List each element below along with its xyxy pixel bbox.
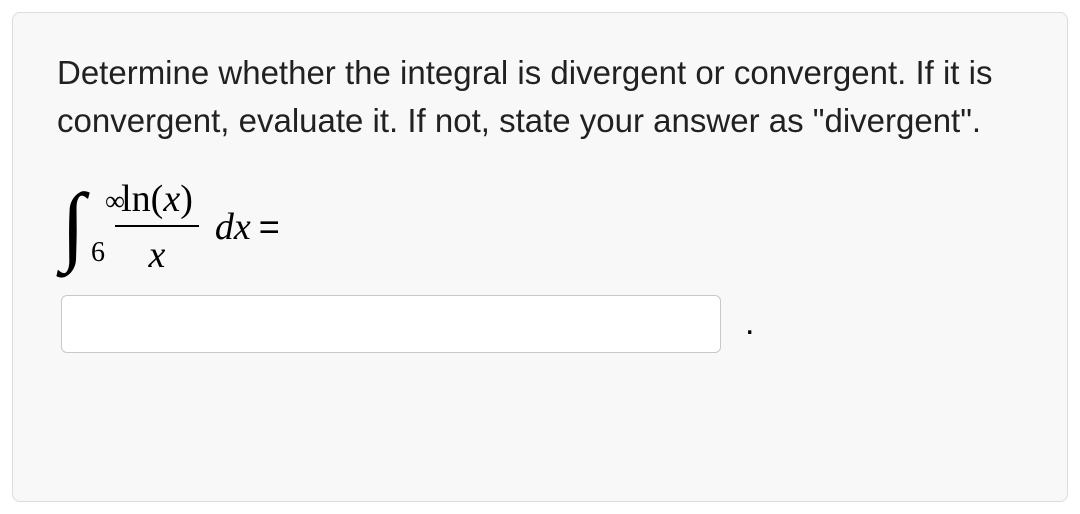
- answer-row: .: [57, 295, 1023, 353]
- equals-sign: =: [259, 206, 280, 248]
- denominator: x: [143, 227, 172, 277]
- integral-expression: ∫ ∞ 6 ln(x) x dx =: [57, 177, 1023, 277]
- lower-limit: 6: [91, 237, 105, 269]
- integral-symbol-wrap: ∫ ∞ 6: [61, 189, 85, 264]
- upper-limit: ∞: [105, 186, 125, 218]
- answer-input[interactable]: [61, 295, 721, 353]
- fraction: ln(x) x: [115, 177, 199, 277]
- question-card: Determine whether the integral is diverg…: [12, 12, 1068, 502]
- integral-sign: ∫: [61, 189, 85, 264]
- trailing-period: .: [745, 304, 754, 343]
- differential: dx: [215, 205, 251, 249]
- question-prompt: Determine whether the integral is diverg…: [57, 49, 1023, 145]
- numerator: ln(x): [115, 177, 199, 225]
